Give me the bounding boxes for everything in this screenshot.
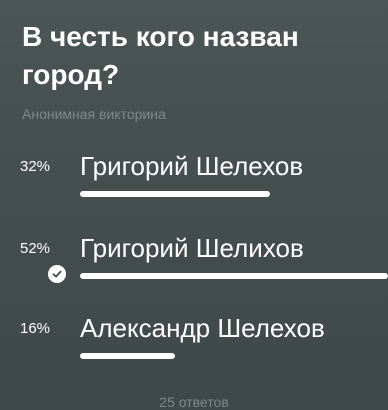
poll-option-2[interactable]: 52% Григорий Шелихов <box>0 232 388 296</box>
poll-option-3[interactable]: 16% Александр Шелехов <box>0 312 388 376</box>
option-result-fill <box>80 273 388 279</box>
option-result-bar <box>80 353 388 359</box>
option-label: Григорий Шелехов <box>80 151 304 181</box>
option-label: Александр Шелехов <box>80 313 325 343</box>
total-votes: 25 ответов <box>159 394 229 410</box>
poll-question: В честь кого назван город? <box>22 21 299 90</box>
option-percent: 16% <box>20 320 51 337</box>
quiz-poll: В честь кого назван город? Анонимная вик… <box>0 0 388 410</box>
option-result-fill <box>80 191 270 197</box>
option-percent: 52% <box>20 240 51 257</box>
option-percent: 32% <box>20 158 51 175</box>
poll-subtitle: Анонимная викторина <box>22 106 166 122</box>
checkmark-icon <box>48 265 66 283</box>
option-result-bar <box>80 191 388 197</box>
option-label: Григорий Шелихов <box>80 233 304 263</box>
option-result-bar <box>80 273 388 279</box>
option-result-fill <box>80 353 175 359</box>
poll-option-1[interactable]: 32% Григорий Шелехов <box>0 150 388 214</box>
